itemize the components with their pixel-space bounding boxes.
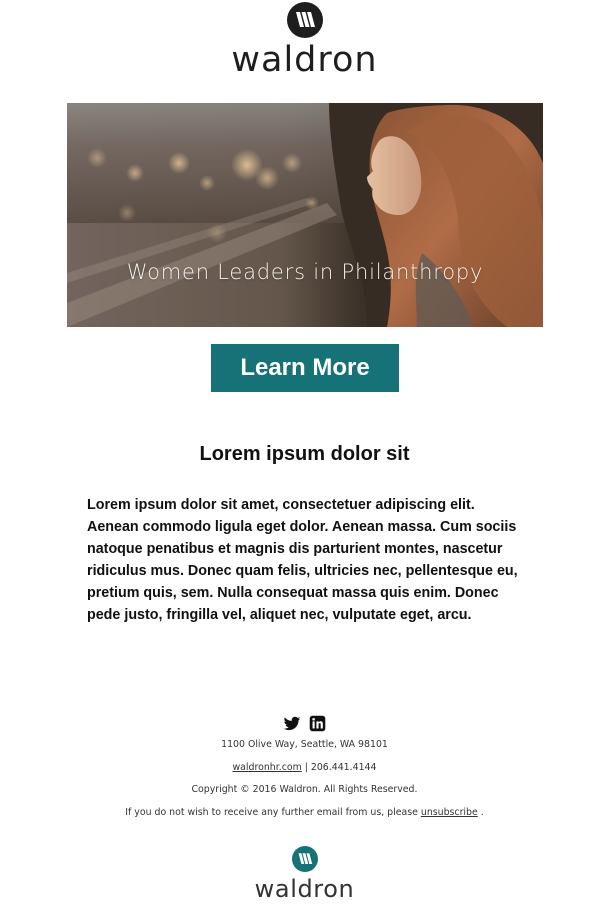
social-links	[283, 715, 329, 735]
footer-address: 1100 Olive Way, Seattle, WA 98101	[221, 739, 388, 750]
hero-caption: Women Leaders in Philanthropy	[126, 260, 484, 284]
unsubscribe-prefix: If you do not wish to receive any furthe…	[125, 807, 421, 818]
waldron-logo-wordmark[interactable]: waldron	[0, 36, 609, 84]
footer-logo-mark-icon[interactable]	[292, 846, 318, 872]
website-link[interactable]: waldronhr.com	[233, 762, 302, 773]
learn-more-button[interactable]: Learn More	[211, 344, 399, 392]
unsubscribe-link[interactable]: unsubscribe	[421, 807, 478, 818]
footer-contact: waldronhr.com | 206.441.4144	[0, 762, 609, 773]
waldron-logo-mark-icon[interactable]	[287, 2, 323, 38]
content-body: Lorem ipsum dolor sit amet, consectetuer…	[87, 497, 518, 624]
footer-logo-wordmark[interactable]: waldron	[0, 872, 609, 906]
footer-copyright: Copyright © 2016 Waldron. All Rights Res…	[191, 784, 418, 795]
contact-separator: |	[301, 762, 311, 773]
twitter-icon[interactable]	[283, 715, 301, 733]
linkedin-icon[interactable]	[309, 715, 327, 733]
hero-image[interactable]: Women Leaders in Philanthropy	[67, 103, 543, 327]
content-headline: Lorem ipsum dolor sit	[199, 443, 410, 465]
footer-phone: 206.441.4144	[310, 762, 377, 773]
footer-unsubscribe-notice: If you do not wish to receive any furthe…	[0, 807, 609, 818]
unsubscribe-suffix: .	[477, 807, 484, 818]
